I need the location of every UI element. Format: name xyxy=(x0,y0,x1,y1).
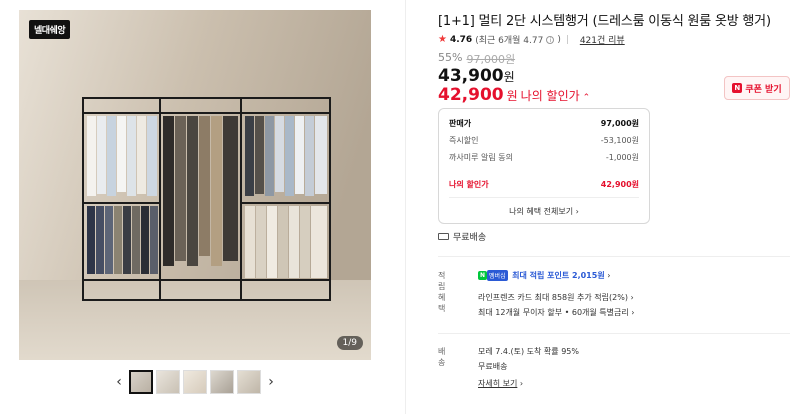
price-row-instant: 즉시할인 -53,100원 xyxy=(449,132,639,149)
brand-badge: 넬대쉐앙 xyxy=(29,20,71,39)
points-label: 적립 xyxy=(438,271,446,291)
price-row-label: 즉시할인 xyxy=(449,136,479,145)
my-price-unit: 원 xyxy=(506,89,518,103)
thumbnail-1[interactable] xyxy=(129,370,153,394)
truck-icon xyxy=(438,233,449,240)
chevron-right-icon: › xyxy=(631,308,635,317)
sale-price-value: 43,900 xyxy=(438,66,504,86)
thumbnail-2[interactable] xyxy=(156,370,180,394)
divider xyxy=(449,197,639,198)
points-body[interactable]: N 멤버십 최대 적립 포인트 2,015원 › xyxy=(478,270,778,281)
card-benefit-link[interactable]: 라인프렌즈 카드 최대 858원 추가 적립(2%) › xyxy=(478,292,778,303)
price-row-label: 까사미루 알림 동의 xyxy=(449,153,513,162)
chevron-right-icon[interactable]: › xyxy=(264,371,278,393)
product-gallery: 넬대쉐앙 1/9 ‹ › xyxy=(0,0,405,414)
product-title: [1+1] 멀티 2단 시스템행거 (드레스룸 이동식 원룸 옷방 행거) xyxy=(438,14,771,29)
rating-value: 4.76 xyxy=(449,34,473,45)
free-shipping-label: 무료배송 xyxy=(453,233,487,243)
coupon-label: 쿠폰 받기 xyxy=(745,84,782,95)
chevron-right-icon: › xyxy=(575,207,579,216)
review-count-link[interactable]: 421건 리뷰 xyxy=(580,33,625,46)
price-row-list: 판매가 97,000원 xyxy=(449,115,639,132)
discount-row: 55% 97,000원 xyxy=(438,51,515,67)
installment-text: 최대 12개월 무이자 할부 • 60개월 특별금리 xyxy=(478,308,629,317)
max-points-link: 최대 적립 포인트 2,015원 xyxy=(512,271,605,280)
thumbnail-5[interactable] xyxy=(237,370,261,394)
chevron-right-icon: › xyxy=(519,379,524,388)
coupon-button[interactable]: N 쿠폰 받기 xyxy=(724,76,790,100)
npay-badge: N xyxy=(478,271,488,280)
delivery-detail-label: 자세히 보기 xyxy=(478,379,518,388)
price-row-label: 나의 할인가 xyxy=(449,179,489,189)
chevron-right-icon: › xyxy=(607,271,611,280)
info-icon[interactable]: i xyxy=(546,35,555,44)
price-row-value: -53,100원 xyxy=(600,136,639,145)
free-shipping-row: 무료배송 xyxy=(438,230,486,243)
npay-plus-badge: 멤버십 xyxy=(487,270,508,281)
star-icon: ★ xyxy=(438,34,447,45)
card-benefit-text: 라인프렌즈 카드 최대 858원 추가 적립(2%) xyxy=(478,293,628,302)
column-divider xyxy=(405,0,406,414)
separator xyxy=(566,35,568,44)
all-benefits-label: 나의 혜택 전체보기 xyxy=(509,207,574,216)
discount-percent: 55% xyxy=(438,51,463,64)
price-row-value: 42,900원 xyxy=(600,179,639,189)
coupon-icon: N xyxy=(732,83,743,93)
thumbnail-4[interactable] xyxy=(210,370,234,394)
installment-link[interactable]: 최대 12개월 무이자 할부 • 60개월 특별금리 › xyxy=(478,307,778,318)
divider xyxy=(438,333,790,334)
delivery-label: 배송 xyxy=(438,347,446,367)
price-row-mine: 나의 할인가 42,900원 xyxy=(449,175,639,193)
price-row-value: 97,000원 xyxy=(600,119,639,128)
sale-price-unit: 원 xyxy=(503,70,515,84)
price-row-value: -1,000원 xyxy=(605,153,639,162)
price-row-label: 판매가 xyxy=(449,119,472,128)
thumbnail-3[interactable] xyxy=(183,370,207,394)
main-product-image[interactable]: 넬대쉐앙 1/9 xyxy=(19,10,371,360)
benefits-label: 혜택 xyxy=(438,293,446,313)
original-price: 97,000원 xyxy=(466,53,516,66)
my-price-value: 42,900 xyxy=(438,85,504,105)
chevron-up-icon: ⌃ xyxy=(582,93,591,103)
delivery-detail-link[interactable]: 자세히 보기 › xyxy=(478,378,778,389)
rating-row: ★ 4.76 (최근 6개월 4.77 i) 421건 리뷰 xyxy=(438,33,625,46)
delivery-fee: 무료배송 xyxy=(478,362,508,371)
image-counter: 1/9 xyxy=(336,336,363,350)
all-benefits-link[interactable]: 나의 혜택 전체보기 › xyxy=(449,206,639,217)
rating-recent: (최근 6개월 4.77 xyxy=(475,36,544,46)
price-breakdown-box: 판매가 97,000원 즉시할인 -53,100원 까사미루 알림 동의 -1,… xyxy=(438,108,650,224)
chevron-left-icon[interactable]: ‹ xyxy=(112,371,126,393)
sale-price: 43,900원 xyxy=(438,66,515,86)
divider xyxy=(438,256,790,257)
delivery-eta: 모레 7.4.(토) 도착 확률 95% xyxy=(478,347,579,356)
my-price-label: 나의 할인가 xyxy=(520,89,580,103)
thumbnail-strip: ‹ › xyxy=(112,370,278,394)
my-discount-price[interactable]: 42,900 원 나의 할인가 ⌃ xyxy=(438,85,590,105)
price-row-alert: 까사미루 알림 동의 -1,000원 xyxy=(449,149,639,166)
chevron-right-icon: › xyxy=(630,293,634,302)
